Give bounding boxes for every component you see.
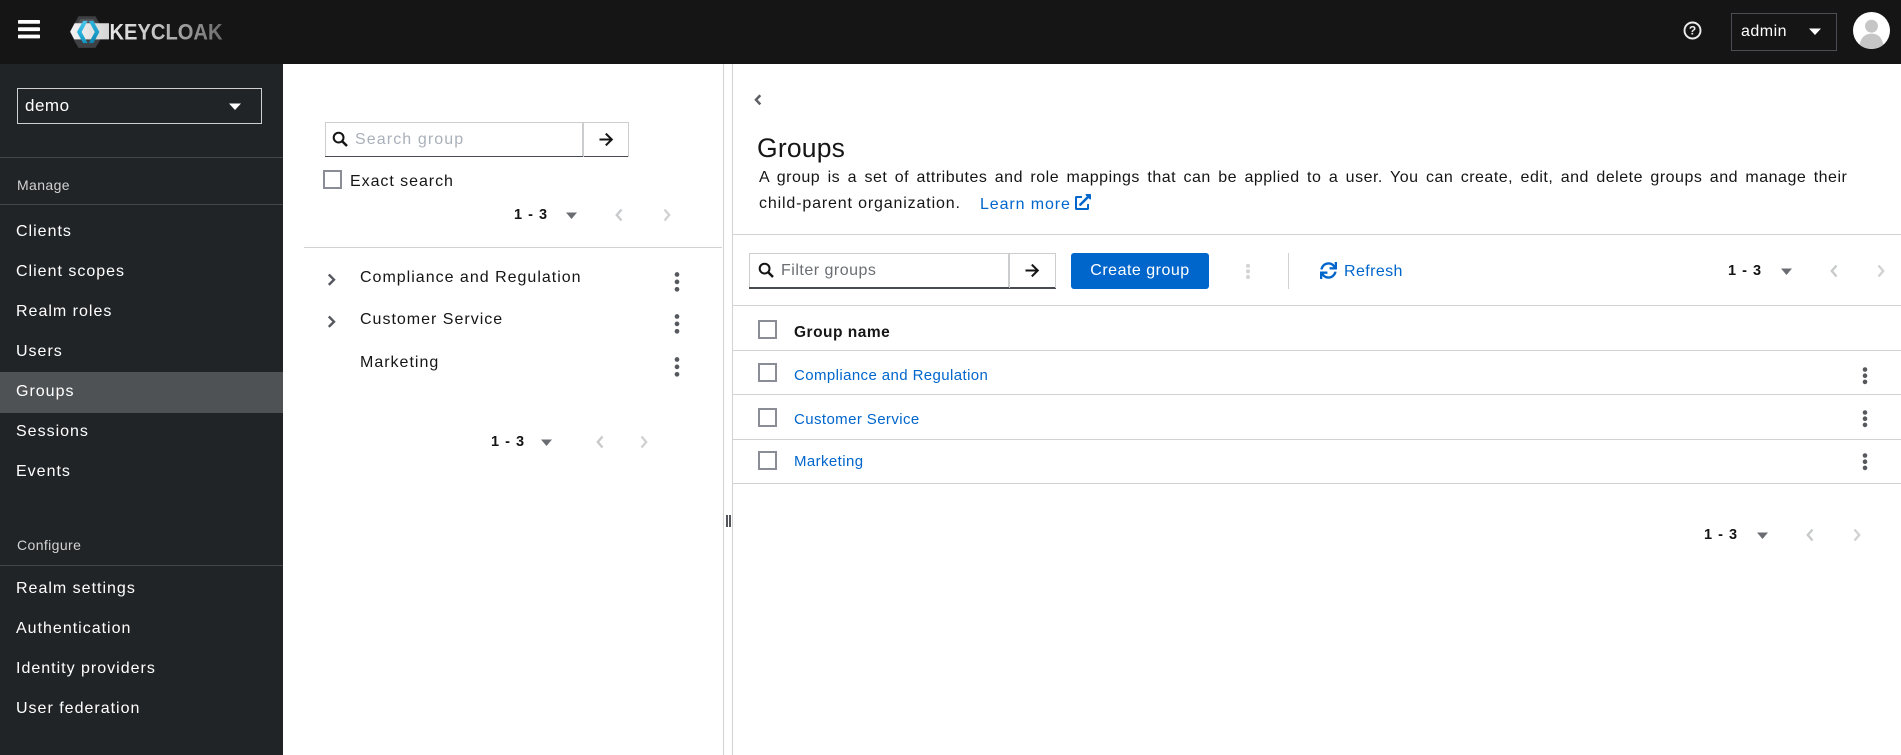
svg-text:KEYCLOAK: KEYCLOAK <box>110 20 224 45</box>
svg-text:?: ? <box>1689 24 1696 38</box>
